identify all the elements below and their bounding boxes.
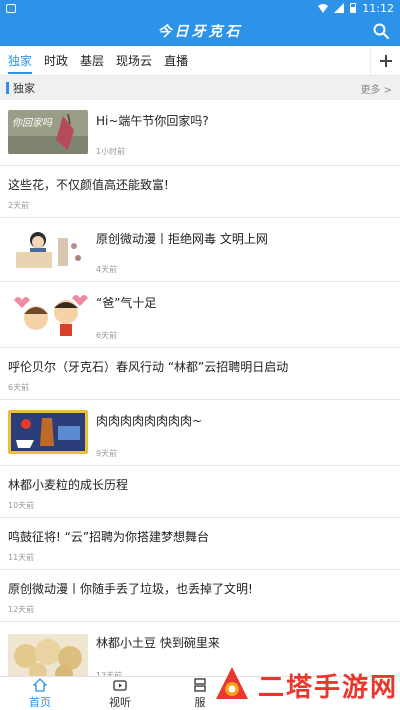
nav-media[interactable]: 视听 [80, 677, 160, 710]
news-title: 鸣鼓征将! “云”招聘为你搭建梦想舞台 [8, 530, 210, 544]
news-title: 原创微动漫丨拒绝网毒 文明上网 [96, 232, 268, 246]
news-title: 呼伦贝尔（牙克石）春风行动 “林都”云招聘明日启动 [8, 360, 289, 374]
app-header: 今日牙克石 [0, 16, 400, 46]
news-item[interactable]: 原创微动漫丨拒绝网毒 文明上网 4天前 [0, 218, 400, 282]
news-item[interactable]: 林都小麦粒的成长历程 10天前 [0, 466, 400, 518]
tab-politics[interactable]: 时政 [44, 46, 68, 76]
news-thumbnail [8, 228, 88, 272]
news-time: 6天前 [96, 331, 118, 340]
news-time: 6天前 [8, 383, 30, 392]
news-thumbnail: 你回家吗 [8, 110, 88, 154]
news-thumbnail [8, 292, 88, 336]
news-item[interactable]: “爸”气十足 6天前 [0, 282, 400, 348]
news-title: Hi~端午节你回家吗? [96, 114, 209, 128]
add-channel-button[interactable] [370, 46, 400, 76]
notification-icon [6, 3, 16, 13]
search-icon[interactable] [372, 22, 390, 40]
tab-livestream[interactable]: 直播 [164, 46, 188, 76]
nav-media-label: 视听 [109, 696, 131, 709]
battery-icon [350, 3, 357, 13]
home-icon [33, 678, 47, 692]
tab-grassroots[interactable]: 基层 [80, 46, 104, 76]
section-marker [6, 82, 9, 94]
plus-icon [379, 55, 392, 67]
news-title: 这些花，不仅颜值高还能致富! [8, 178, 169, 192]
news-time: 12天前 [8, 605, 35, 614]
thumb-caption: 你回家吗 [12, 117, 53, 129]
news-time: 9天前 [96, 449, 118, 458]
tab-exclusive[interactable]: 独家 [8, 46, 33, 76]
news-item[interactable]: 你回家吗 Hi~端午节你回家吗? 1小时前 [0, 100, 400, 166]
news-title: 原创微动漫丨你随手丢了垃圾，也丢掉了文明! [8, 582, 253, 596]
news-time: 11天前 [8, 553, 35, 562]
grid-icon [194, 678, 206, 692]
section-header: 独家 更多 > [0, 76, 400, 100]
more-link[interactable]: 更多 > [360, 81, 392, 96]
watermark-logo-icon [216, 667, 248, 699]
status-bar: 11:12 [0, 0, 400, 16]
status-icons: 11:12 [318, 2, 394, 15]
channel-tabs: 独家 时政 基层 现场云 直播 [0, 46, 400, 76]
news-time: 2天前 [8, 201, 30, 210]
nav-service-label: 服 [194, 696, 206, 709]
news-item[interactable]: 这些花，不仅颜值高还能致富! 2天前 [0, 166, 400, 218]
wifi-icon [318, 4, 329, 13]
news-time: 4天前 [96, 265, 118, 274]
video-icon [113, 680, 127, 691]
signal-icon [334, 3, 345, 13]
news-item[interactable]: 呼伦贝尔（牙克石）春风行动 “林都”云招聘明日启动 6天前 [0, 348, 400, 400]
tab-live-cloud[interactable]: 现场云 [116, 46, 152, 76]
news-item[interactable]: 肉肉肉肉肉肉肉肉~ 9天前 [0, 400, 400, 466]
nav-home[interactable]: 首页 [0, 677, 80, 710]
section-title: 独家 [13, 82, 35, 95]
watermark: 二塔手游网 [212, 660, 400, 710]
news-item[interactable]: 鸣鼓征将! “云”招聘为你搭建梦想舞台 11天前 [0, 518, 400, 570]
news-title: 林都小麦粒的成长历程 [8, 478, 129, 492]
news-thumbnail [8, 634, 88, 678]
nav-home-label: 首页 [29, 696, 51, 709]
app-title: 今日牙克石 [157, 24, 243, 40]
news-thumbnail [8, 410, 88, 454]
news-item[interactable]: 原创微动漫丨你随手丢了垃圾，也丢掉了文明! 12天前 [0, 570, 400, 622]
news-title: 肉肉肉肉肉肉肉肉~ [96, 414, 203, 428]
clock-text: 11:12 [362, 1, 394, 15]
news-time: 1小时前 [96, 147, 126, 156]
news-title: “爸”气十足 [96, 296, 157, 310]
watermark-text: 二塔手游网 [258, 672, 399, 703]
news-time: 10天前 [8, 501, 35, 510]
news-title: 林都小土豆 快到碗里来 [96, 636, 220, 650]
